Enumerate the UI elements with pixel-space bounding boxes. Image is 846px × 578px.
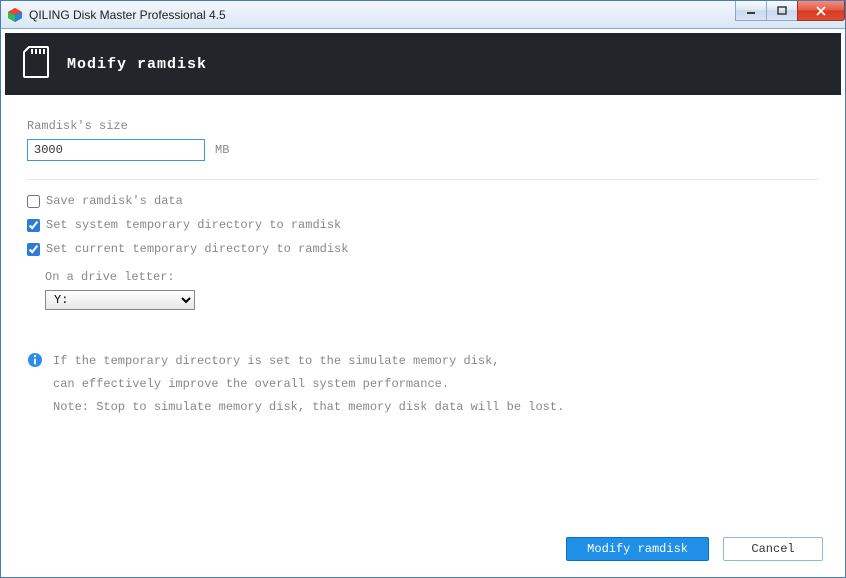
cur-tmp-checkbox[interactable] — [27, 243, 40, 256]
minimize-button[interactable] — [735, 1, 767, 21]
titlebar: QILING Disk Master Professional 4.5 — [1, 1, 845, 29]
minimize-icon — [746, 6, 756, 16]
cancel-button[interactable]: Cancel — [723, 537, 823, 561]
cur-tmp-row[interactable]: Set current temporary directory to ramdi… — [27, 242, 819, 256]
close-button[interactable] — [797, 1, 845, 21]
maximize-button[interactable] — [766, 1, 798, 21]
cur-tmp-label: Set current temporary directory to ramdi… — [46, 242, 348, 256]
save-data-row[interactable]: Save ramdisk's data — [27, 194, 819, 208]
page-header: Modify ramdisk — [5, 33, 841, 95]
save-data-checkbox[interactable] — [27, 195, 40, 208]
info-block: If the temporary directory is set to the… — [27, 350, 819, 418]
sys-tmp-checkbox[interactable] — [27, 219, 40, 232]
page-title: Modify ramdisk — [67, 56, 207, 73]
info-line-1: If the temporary directory is set to the… — [53, 350, 564, 373]
size-label: Ramdisk's size — [27, 119, 819, 133]
sd-card-icon — [23, 46, 49, 83]
info-icon — [27, 352, 43, 368]
app-window: QILING Disk Master Professional 4.5 — [0, 0, 846, 578]
save-data-label: Save ramdisk's data — [46, 194, 183, 208]
maximize-icon — [777, 6, 787, 16]
dialog-buttons: Modify ramdisk Cancel — [566, 537, 823, 561]
sys-tmp-label: Set system temporary directory to ramdis… — [46, 218, 341, 232]
window-title: QILING Disk Master Professional 4.5 — [29, 8, 226, 22]
modify-ramdisk-button[interactable]: Modify ramdisk — [566, 537, 709, 561]
sys-tmp-row[interactable]: Set system temporary directory to ramdis… — [27, 218, 819, 232]
size-unit: MB — [215, 143, 229, 157]
form-area: Ramdisk's size MB Save ramdisk's data Se… — [1, 99, 845, 418]
window-controls — [736, 1, 845, 21]
info-line-2: can effectively improve the overall syst… — [53, 373, 564, 396]
size-input[interactable] — [27, 139, 205, 161]
drive-letter-label: On a drive letter: — [45, 270, 819, 284]
close-icon — [815, 6, 827, 16]
divider — [27, 179, 819, 180]
info-line-3: Note: Stop to simulate memory disk, that… — [53, 396, 564, 419]
drive-letter-select[interactable]: Y: — [45, 290, 195, 310]
app-icon — [7, 7, 23, 23]
